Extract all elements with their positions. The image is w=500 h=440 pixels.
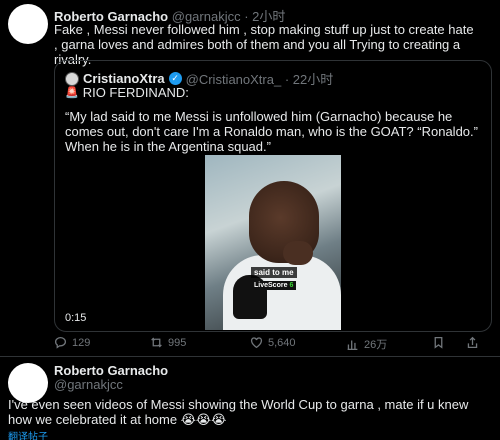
video-person-hand xyxy=(283,241,313,265)
retweet-icon xyxy=(151,337,162,348)
bookmark-button[interactable] xyxy=(432,336,445,349)
quote-author-name: CristianoXtra xyxy=(83,71,165,86)
livescore-badge: LiveScore 6 xyxy=(251,281,297,290)
views-button[interactable]: 26万 xyxy=(346,336,387,352)
verified-badge-icon: ✓ xyxy=(168,72,182,85)
retweet-button[interactable]: 995 xyxy=(150,336,186,349)
quote-text: “My lad said to me Messi is unfollowed h… xyxy=(65,109,478,154)
video-thumbnail[interactable]: said to me LiveScore 6 xyxy=(205,155,341,330)
reply-button[interactable]: 129 xyxy=(54,336,90,349)
quote-tweet[interactable]: CristianoXtra ✓ @CristianoXtra_ · 22小时 🚨… xyxy=(54,60,492,332)
quote-speaker-line: 🚨 RIO FERDINAND: xyxy=(65,85,189,100)
retweet-count: 995 xyxy=(168,336,187,349)
livescore-badge-number: 6 xyxy=(289,282,294,289)
tweet-reply[interactable]: Roberto Garnacho @garnakjcc I've even se… xyxy=(0,357,500,440)
tweet-text: I've even seen videos of Messi showing t… xyxy=(8,397,469,427)
reply-count: 129 xyxy=(72,336,91,349)
views-count: 26万 xyxy=(364,339,388,351)
livescore-badge-label: LiveScore xyxy=(254,282,288,289)
share-button[interactable] xyxy=(466,336,479,349)
heart-icon xyxy=(250,337,263,349)
siren-icon: 🚨 xyxy=(65,87,79,99)
tweet-actions: 129 995 5,640 26万 xyxy=(54,336,484,352)
analytics-icon xyxy=(347,339,358,350)
translate-link[interactable]: 翻译帖子 xyxy=(8,428,48,440)
like-count: 5,640 xyxy=(268,336,296,349)
quote-author-handle: @CristianoXtra_ · 22小时 xyxy=(185,72,334,87)
avatar[interactable] xyxy=(8,4,48,44)
reply-icon xyxy=(54,337,67,349)
like-button[interactable]: 5,640 xyxy=(250,336,296,349)
author-handle[interactable]: @garnakjcc xyxy=(54,377,123,392)
quote-avatar xyxy=(65,71,79,86)
share-icon xyxy=(467,336,478,349)
author-name[interactable]: Roberto Garnacho xyxy=(54,363,168,378)
bookmark-icon xyxy=(434,336,443,349)
video-caption: said to me xyxy=(251,267,297,278)
video-duration: 0:15 xyxy=(65,312,87,324)
quote-speaker: RIO FERDINAND: xyxy=(82,85,189,100)
tweet-main[interactable]: Roberto Garnacho @garnakjcc · 2小时 Fake ,… xyxy=(0,0,500,356)
